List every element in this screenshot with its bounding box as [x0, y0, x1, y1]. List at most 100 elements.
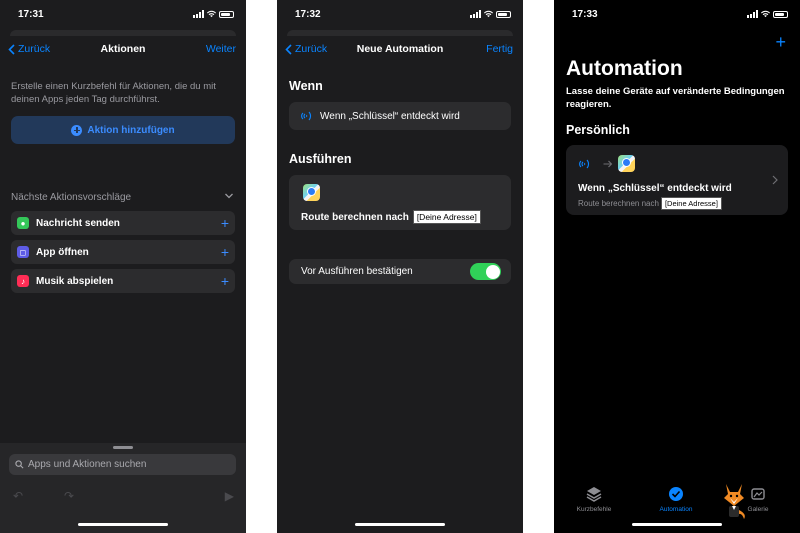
- tab-label: Galerie: [747, 506, 769, 513]
- screen-new-automation: 17:32 Zurück Neue Automation Fertig Wenn…: [277, 0, 523, 533]
- action-card[interactable]: Route berechnen nach [Deine Adresse]: [289, 175, 511, 230]
- add-action-button[interactable]: Aktion hinzufügen: [11, 116, 235, 144]
- tab-label: Kurzbefehle: [576, 506, 612, 513]
- wifi-icon: [761, 10, 770, 18]
- battery-icon: [496, 10, 511, 18]
- tab-bar: Kurzbefehle Automation Galerie: [554, 480, 800, 520]
- add-automation-button[interactable]: +: [775, 32, 786, 53]
- nfc-icon: [301, 111, 312, 121]
- back-button[interactable]: Zurück: [285, 43, 327, 55]
- editor-toolbar: ↶ ↷ ▶: [0, 489, 246, 509]
- redo-icon[interactable]: ↷: [64, 489, 74, 503]
- confirm-toggle[interactable]: [470, 263, 501, 280]
- screen-actions: 17:31 Zurück Aktionen Weiter Erstelle ei…: [0, 0, 246, 533]
- suggestion-label: Nachricht senden: [36, 217, 120, 229]
- maps-icon: [303, 184, 320, 201]
- battery-icon: [219, 10, 234, 18]
- maps-icon: [618, 155, 635, 172]
- page-title: Automation: [566, 57, 683, 80]
- list-item[interactable]: ♪ Musik abspielen +: [11, 269, 235, 293]
- section-title-do: Ausführen: [289, 152, 352, 166]
- suggestions-list: ● Nachricht senden + ◻ App öffnen + ♪ Mu…: [11, 211, 235, 298]
- play-icon[interactable]: ▶: [225, 489, 234, 503]
- undo-icon[interactable]: ↶: [13, 489, 23, 503]
- home-indicator: [632, 523, 722, 526]
- messages-icon: ●: [17, 217, 29, 229]
- fox-mascot-icon: [724, 484, 745, 519]
- list-item[interactable]: ● Nachricht senden +: [11, 211, 235, 235]
- back-button[interactable]: Zurück: [8, 43, 50, 55]
- home-indicator: [355, 523, 445, 526]
- suggestions-title: Nächste Aktionsvorschläge: [11, 192, 132, 203]
- status-time: 17:31: [18, 9, 44, 20]
- nav-bar: Zurück Aktionen Weiter: [0, 40, 246, 60]
- page-subtitle: Lasse deine Geräte auf veränderte Beding…: [566, 86, 785, 110]
- clock-check-icon: [669, 487, 683, 501]
- status-bar: 17:31: [0, 0, 246, 30]
- chevron-right-icon: [772, 175, 778, 185]
- intro-text: Erstelle einen Kurzbefehl für Aktionen, …: [11, 81, 216, 105]
- chevron-left-icon: [8, 43, 15, 55]
- suggestion-label: App öffnen: [36, 246, 89, 258]
- plus-circle-icon: [71, 124, 83, 136]
- sheet-background: [10, 30, 236, 36]
- back-label: Zurück: [18, 43, 51, 55]
- section-title-personal: Persönlich: [566, 123, 630, 137]
- add-action-label: Aktion hinzufügen: [87, 124, 175, 136]
- gallery-icon: [751, 488, 765, 500]
- layers-icon: [586, 487, 602, 502]
- wifi-icon: [207, 10, 216, 18]
- automation-subtitle-text: Route berechnen nach: [578, 199, 659, 208]
- trigger-row[interactable]: Wenn „Schlüssel“ entdeckt wird: [289, 102, 511, 130]
- back-label: Zurück: [295, 43, 328, 55]
- chevron-left-icon: [285, 43, 292, 55]
- arrow-right-icon: [603, 160, 613, 167]
- next-button[interactable]: Weiter: [206, 43, 236, 55]
- app-icon: ◻: [17, 246, 29, 258]
- status-bar: 17:32: [277, 0, 523, 30]
- automation-title: Wenn „Schlüssel“ entdeckt wird: [578, 183, 732, 194]
- add-icon[interactable]: +: [221, 244, 229, 260]
- automation-subtitle: Route berechnen nach [Deine Adresse]: [578, 197, 722, 210]
- music-icon: ♪: [17, 275, 29, 287]
- tab-automation[interactable]: Automation: [646, 486, 706, 513]
- search-input[interactable]: Apps und Aktionen suchen: [9, 454, 236, 475]
- confirm-row: Vor Ausführen bestätigen: [289, 259, 511, 284]
- home-indicator: [78, 523, 168, 526]
- address-token[interactable]: [Deine Adresse]: [412, 210, 481, 224]
- suggestions-header[interactable]: Nächste Aktionsvorschläge: [11, 192, 234, 203]
- section-title-when: Wenn: [289, 79, 323, 93]
- action-text: Route berechnen nach [Deine Adresse]: [301, 210, 481, 224]
- signal-icon: [193, 10, 204, 18]
- status-icons: [193, 10, 234, 18]
- suggestion-label: Musik abspielen: [36, 275, 114, 287]
- automation-card[interactable]: Wenn „Schlüssel“ entdeckt wird Route ber…: [566, 145, 788, 215]
- status-bar: 17:33: [554, 0, 800, 30]
- automation-icons: [578, 155, 635, 172]
- add-icon[interactable]: +: [221, 215, 229, 231]
- list-item[interactable]: ◻ App öffnen +: [11, 240, 235, 264]
- confirm-label: Vor Ausführen bestätigen: [301, 266, 413, 277]
- sheet-background: [287, 30, 513, 36]
- tab-shortcuts[interactable]: Kurzbefehle: [564, 486, 624, 513]
- search-placeholder: Apps und Aktionen suchen: [28, 459, 147, 470]
- sheet-grabber[interactable]: [113, 446, 133, 449]
- status-icons: [470, 10, 511, 18]
- signal-icon: [470, 10, 481, 18]
- tab-label: Automation: [659, 506, 693, 513]
- nfc-icon: [579, 159, 590, 168]
- search-icon: [15, 460, 24, 469]
- signal-icon: [747, 10, 758, 18]
- trigger-text: Wenn „Schlüssel“ entdeckt wird: [320, 110, 460, 122]
- nav-bar: Zurück Neue Automation Fertig: [277, 40, 523, 60]
- wifi-icon: [484, 10, 493, 18]
- status-time: 17:32: [295, 9, 321, 20]
- chevron-down-icon: [225, 193, 233, 199]
- status-icons: [747, 10, 788, 18]
- battery-icon: [773, 10, 788, 18]
- screen-automation: 17:33 + Automation Lasse deine Geräte au…: [554, 0, 800, 533]
- done-button[interactable]: Fertig: [486, 43, 513, 55]
- add-icon[interactable]: +: [221, 273, 229, 289]
- status-time: 17:33: [572, 9, 598, 20]
- address-token: [Deine Adresse]: [660, 197, 722, 210]
